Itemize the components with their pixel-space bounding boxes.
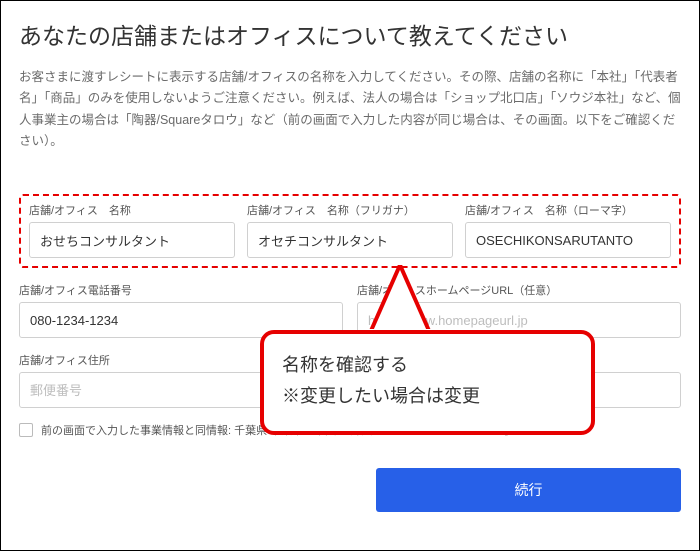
label-store-name: 店舗/オフィス 名称 xyxy=(29,202,235,218)
label-address: 店舗/オフィス住所 xyxy=(19,352,681,368)
label-url: 店舗/オフィスホームページURL（任意） xyxy=(357,282,681,298)
input-url[interactable] xyxy=(357,302,681,338)
field-phone: 店舗/オフィス電話番号 xyxy=(19,282,343,338)
same-as-previous-checkbox-row[interactable]: 前の画面で入力した事業情報と同情報: 千葉県 千葉市 中央区 弁天 4-88-1… xyxy=(19,422,681,438)
field-store-romaji: 店舗/オフィス 名称（ローマ字） xyxy=(465,202,671,258)
field-store-name: 店舗/オフィス 名称 xyxy=(29,202,235,258)
input-store-furigana[interactable] xyxy=(247,222,453,258)
checkbox-label: 前の画面で入力した事業情報と同情報: 千葉県 千葉市 中央区 弁天 4-88-1… xyxy=(41,422,522,438)
label-store-romaji: 店舗/オフィス 名称（ローマ字） xyxy=(465,202,671,218)
page-title: あなたの店舗またはオフィスについて教えてください xyxy=(19,17,681,51)
field-address: 店舗/オフィス住所 xyxy=(19,352,681,408)
field-url: 店舗/オフィスホームページURL（任意） xyxy=(357,282,681,338)
label-phone: 店舗/オフィス電話番号 xyxy=(19,282,343,298)
highlighted-name-fields: 店舗/オフィス 名称 店舗/オフィス 名称（フリガナ） 店舗/オフィス 名称（ロ… xyxy=(19,194,681,268)
checkbox-icon[interactable] xyxy=(19,423,33,437)
continue-button[interactable]: 続行 xyxy=(376,468,681,512)
field-store-furigana: 店舗/オフィス 名称（フリガナ） xyxy=(247,202,453,258)
input-postal-code[interactable] xyxy=(19,372,681,408)
input-phone[interactable] xyxy=(19,302,343,338)
page-description: お客さまに渡すレシートに表示する店舗/オフィスの名称を入力してください。その際、… xyxy=(19,67,681,152)
label-store-furigana: 店舗/オフィス 名称（フリガナ） xyxy=(247,202,453,218)
input-store-name[interactable] xyxy=(29,222,235,258)
input-store-romaji[interactable] xyxy=(465,222,671,258)
